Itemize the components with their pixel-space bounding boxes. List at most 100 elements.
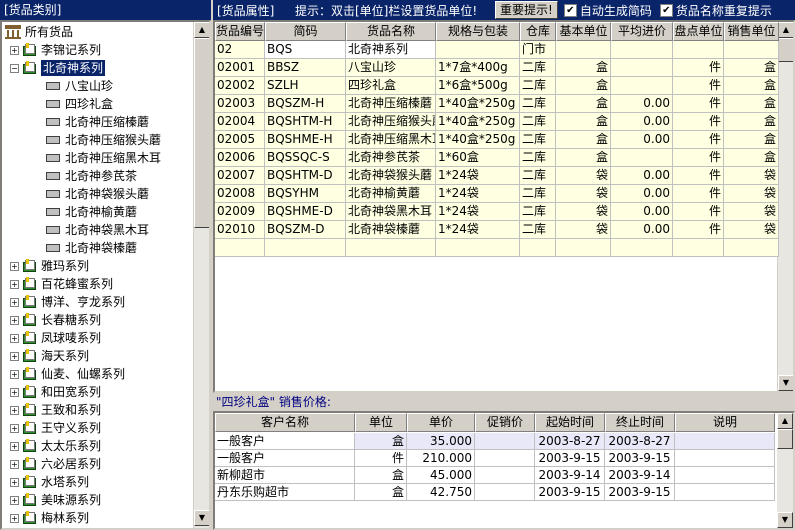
tree-category[interactable]: + 雅玛系列 [10, 257, 89, 275]
grid-cell[interactable]: 二库 [520, 113, 556, 131]
grid-cell[interactable] [611, 41, 673, 59]
grid-cell[interactable]: 02001 [215, 59, 265, 77]
collapse-icon[interactable]: − [10, 63, 19, 73]
grid-cell[interactable]: 袋 [556, 221, 611, 239]
tree-category[interactable]: + 美味源系列 [10, 491, 101, 509]
tree-product[interactable]: 北奇神榆黄蘑 [46, 203, 137, 221]
grid-cell[interactable]: 02010 [215, 221, 265, 239]
grid-cell[interactable]: 件 [673, 167, 724, 185]
scroll-up-icon[interactable]: ▲ [777, 413, 793, 429]
grid-cell[interactable]: 八宝山珍 [346, 59, 436, 77]
grid-cell[interactable]: 1*40盒*250g [436, 95, 520, 113]
tree-category[interactable]: + 百花蜂蜜系列 [10, 275, 113, 293]
grid-column-header[interactable]: 仓库 [520, 22, 556, 41]
tree-category[interactable]: + 博洋、亨龙系列 [10, 293, 125, 311]
price-cell[interactable] [675, 433, 775, 450]
price-cell[interactable] [675, 467, 775, 484]
grid-cell[interactable]: 件 [673, 203, 724, 221]
price-scrollbar[interactable]: ▲ ▼ [777, 413, 793, 528]
price-cell[interactable]: 2003-8-27 [535, 433, 605, 450]
price-column-header[interactable]: 单位 [355, 413, 407, 432]
grid-cell[interactable] [436, 41, 520, 59]
grid-cell[interactable] [436, 239, 520, 257]
grid-scrollbar[interactable]: ▲ ▼ [777, 22, 793, 391]
price-row[interactable]: 新柳超市盒 45.000 2003-9-14 2003-9-14 [215, 467, 775, 484]
grid-row[interactable]: 02 BQS 北奇神系列 门市 [215, 41, 779, 59]
grid-cell[interactable]: 件 [673, 149, 724, 167]
grid-cell[interactable]: 盒 [724, 77, 779, 95]
expand-icon[interactable]: + [10, 459, 19, 469]
grid-cell[interactable]: BQSHME-H [265, 131, 346, 149]
grid-cell[interactable]: 二库 [520, 185, 556, 203]
grid-cell[interactable] [724, 239, 779, 257]
grid-column-header[interactable]: 规格与包装 [436, 22, 520, 41]
grid-cell[interactable]: BQS [265, 41, 346, 59]
grid-row[interactable]: 02005 BQSHME-H 北奇神压缩黑木耳 1*40盒*250g 二库盒 0.00 件盒 [215, 131, 779, 149]
goods-grid[interactable]: ▲ ▼ 货品编号 简码 货品名称 规格与包装 仓库 基本单位 平均进价 盘点单位 销售单位 02 B… [213, 20, 795, 393]
grid-cell[interactable]: 盒 [724, 131, 779, 149]
tree-category[interactable]: + 水塔系列 [10, 473, 89, 491]
grid-cell[interactable] [673, 41, 724, 59]
grid-cell[interactable]: 二库 [520, 131, 556, 149]
tree-product[interactable]: 北奇神参芪茶 [46, 167, 137, 185]
grid-cell[interactable] [611, 149, 673, 167]
grid-cell[interactable]: 1*60盒 [436, 149, 520, 167]
grid-cell[interactable]: 二库 [520, 77, 556, 95]
grid-column-header[interactable]: 货品编号 [215, 22, 265, 41]
tree-category[interactable]: + 王守义系列 [10, 419, 101, 437]
price-cell[interactable]: 新柳超市 [215, 467, 355, 484]
grid-cell[interactable]: 盒 [556, 59, 611, 77]
grid-row[interactable]: 02001 BBSZ 八宝山珍 1*7盒*400g 二库盒件盒 [215, 59, 779, 77]
price-cell[interactable]: 45.000 [407, 467, 475, 484]
dup-name-checkbox[interactable]: ✔ 货品名称重复提示 [659, 2, 772, 19]
price-cell[interactable]: 210.000 [407, 450, 475, 467]
grid-cell[interactable]: 02 [215, 41, 265, 59]
grid-cell[interactable]: BQSYHM [265, 185, 346, 203]
grid-cell[interactable]: BQSHTM-D [265, 167, 346, 185]
tree-scroll-thumb[interactable] [194, 38, 209, 228]
grid-cell[interactable]: 02004 [215, 113, 265, 131]
price-column-header[interactable]: 起始时间 [535, 413, 605, 432]
grid-cell[interactable]: 盒 [556, 95, 611, 113]
tree-product[interactable]: 北奇神压缩黑木耳 [46, 149, 161, 167]
price-cell[interactable]: 2003-8-27 [605, 433, 675, 450]
expand-icon[interactable]: + [10, 297, 19, 307]
tree-product[interactable]: 北奇神袋黑木耳 [46, 221, 149, 239]
grid-cell[interactable]: 件 [673, 59, 724, 77]
grid-cell[interactable]: 0.00 [611, 167, 673, 185]
price-cell[interactable]: 盒 [355, 433, 407, 450]
grid-row[interactable]: 02008 BQSYHM 北奇神榆黄蘑 1*24袋 二库袋 0.00 件袋 [215, 185, 779, 203]
grid-cell[interactable]: 北奇神袋榛蘑 [346, 221, 436, 239]
scroll-up-icon[interactable]: ▲ [778, 22, 793, 38]
expand-icon[interactable]: + [10, 477, 19, 487]
grid-cell[interactable]: 北奇神压缩榛蘑 [346, 95, 436, 113]
grid-cell[interactable]: 盒 [724, 149, 779, 167]
tree-product[interactable]: 四珍礼盒 [46, 95, 113, 113]
grid-column-header[interactable]: 盘点单位 [673, 22, 724, 41]
grid-cell[interactable]: 1*24袋 [436, 203, 520, 221]
price-cell[interactable]: 2003-9-15 [535, 484, 605, 501]
expand-icon[interactable]: + [10, 315, 19, 325]
grid-cell[interactable] [556, 41, 611, 59]
price-column-header[interactable]: 单价 [407, 413, 475, 432]
grid-cell[interactable] [724, 41, 779, 59]
grid-row[interactable]: 02004 BQSHTM-H 北奇神压缩猴头蘑 1*40盒*250g 二库盒 0.00 件盒 [215, 113, 779, 131]
price-cell[interactable]: 2003-9-14 [605, 467, 675, 484]
grid-cell[interactable]: 袋 [556, 203, 611, 221]
grid-cell[interactable]: 盒 [556, 113, 611, 131]
expand-icon[interactable]: + [10, 333, 19, 343]
scroll-up-icon[interactable]: ▲ [194, 22, 209, 38]
grid-cell[interactable]: 盒 [724, 113, 779, 131]
grid-cell[interactable]: BQSHTM-H [265, 113, 346, 131]
grid-cell[interactable]: 0.00 [611, 221, 673, 239]
price-column-header[interactable]: 促销价 [475, 413, 535, 432]
price-cell[interactable]: 盒 [355, 467, 407, 484]
grid-cell[interactable]: 四珍礼盒 [346, 77, 436, 95]
grid-cell[interactable] [346, 239, 436, 257]
grid-cell[interactable]: 二库 [520, 167, 556, 185]
grid-cell[interactable]: 盒 [556, 131, 611, 149]
grid-cell[interactable]: 1*40盒*250g [436, 113, 520, 131]
tree-scrollbar[interactable]: ▲ ▼ [193, 22, 209, 528]
grid-cell[interactable]: BQSSQC-S [265, 149, 346, 167]
price-row[interactable]: 一般客户件 210.000 2003-9-15 2003-9-15 [215, 450, 775, 467]
